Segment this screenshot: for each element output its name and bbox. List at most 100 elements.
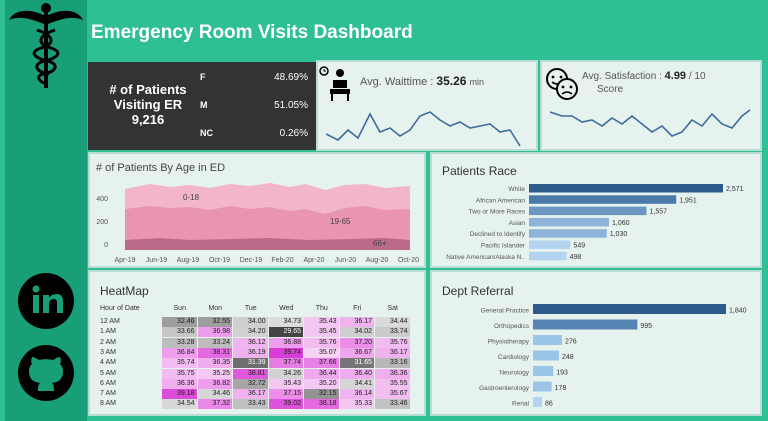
bar-category-label: Orthopedics <box>494 323 530 330</box>
heatmap-cell: 35.76 <box>304 337 339 348</box>
heatmap-cell: 33.46 <box>375 399 410 410</box>
heatmap-cell: 37.15 <box>268 389 303 400</box>
caduceus-icon <box>9 3 83 88</box>
bar-category-label: Neurology <box>499 370 529 377</box>
heatmap-cell: 31.39 <box>233 358 268 369</box>
heatmap-hour-label: 4 AM <box>100 359 116 367</box>
bar-category-label: General Practice <box>481 308 530 315</box>
age-y-tick: 400 <box>96 196 108 203</box>
linkedin-link[interactable] <box>18 273 74 329</box>
gender-label: F <box>200 72 206 82</box>
heatmap-cell: 36.88 <box>268 337 303 348</box>
heatmap-cell: 36.17 <box>339 317 374 327</box>
heatmap-cell: 36.40 <box>339 368 374 379</box>
satisfaction-card: Avg. Satisfaction : 4.99 / 10 Score <box>540 60 762 151</box>
heatmap-hour-label: 2 AM <box>100 338 116 346</box>
age-area-chart: 0-18 19-65 66+ 400 200 0 Apr-19 Jun-19 Aug-1… <box>96 183 419 264</box>
wait-time-card: Avg. Waittime : 35.26 min <box>316 60 538 151</box>
heatmap-cell: 35.55 <box>375 378 410 389</box>
heatmap-cell: 36.17 <box>233 389 268 400</box>
satisfaction-sparkline <box>550 109 751 137</box>
heatmap-cell: 36.36 <box>162 378 197 389</box>
heatmap-cell: 39.02 <box>268 399 303 410</box>
github-link[interactable] <box>18 345 74 401</box>
heatmap-cell: 35.20 <box>304 378 339 389</box>
bar-category-label: Pacific Islander <box>481 243 526 250</box>
heatmap-hour-label: 3 AM <box>100 348 116 356</box>
age-x-tick: Dec-19 <box>240 257 263 264</box>
heatmap-hour-label: 6 AM <box>100 379 116 387</box>
bar <box>529 217 609 227</box>
heatmap-cell: 34.00 <box>233 317 268 327</box>
heatmap-day-header: Sun <box>173 305 186 312</box>
heatmap-day-header: Fri <box>353 305 362 312</box>
age-band-label-0-18: 0-18 <box>183 193 200 202</box>
heatmap-cell: 35.43 <box>304 317 339 327</box>
wait-sparkline <box>326 111 521 147</box>
bar-value-label: 248 <box>562 354 574 361</box>
heatmap-cell: 35.74 <box>162 358 197 369</box>
bar-category-label: Native American/Alaska N.. <box>446 254 525 261</box>
heatmap-cell: 35.33 <box>339 399 374 410</box>
age-x-tick: Apr-19 <box>114 257 135 264</box>
bar-value-label: 1,951 <box>679 197 697 204</box>
bar-category-label: Asian <box>509 220 526 227</box>
heatmap-cell: 35.45 <box>304 327 339 338</box>
heatmap-cell: 36.84 <box>162 347 197 358</box>
heatmap-cell: 35.76 <box>375 337 410 348</box>
heatmap-cell: 34.46 <box>197 389 232 400</box>
heatmap-cell: 37.32 <box>197 399 232 410</box>
heatmap-day-header: Thu <box>315 305 328 312</box>
heatmap-day-header: Tue <box>244 305 257 312</box>
heatmap-cell: 35.75 <box>162 368 197 379</box>
sidebar <box>5 0 87 421</box>
bar-value-label: 86 <box>545 401 553 408</box>
bar <box>529 229 607 238</box>
heatmap-cell: 35.25 <box>197 368 232 379</box>
dept-panel: Dept Referral General Practice 1,840 Ortho… <box>430 270 762 416</box>
dept-bar-chart: General Practice 1,840 Orthopedics 995 Physi… <box>479 304 747 408</box>
heatmap-cell: 39.18 <box>162 389 197 400</box>
heatmap-hour-label: 8 AM <box>100 400 116 408</box>
heatmap-panel: HeatMap Hour of Date Sun Mon Tue Wed Thu Fri S… <box>88 270 426 416</box>
patients-count: 9,216 <box>131 112 165 127</box>
heatmap-cell: 33.16 <box>375 358 410 369</box>
heatmap-day-header: Mon <box>208 305 223 312</box>
race-bar-chart: White 2,571 African American 1,951 Two or Mo… <box>446 184 744 261</box>
bar-category-label: African American <box>476 197 526 204</box>
heatmap-cell: 36.19 <box>233 347 268 358</box>
bar <box>533 304 726 314</box>
race-panel: Patients Race White 2,571 African American… <box>430 152 762 268</box>
heatmap-day-header: Sat <box>387 305 398 312</box>
bar-value-label: 995 <box>640 323 652 330</box>
heatmap-cell: 37.20 <box>339 337 374 348</box>
happy-sad-faces-icon <box>546 68 578 100</box>
bar <box>529 240 571 249</box>
heatmap-cell: 35.67 <box>375 389 410 400</box>
heatmap-cell: 36.67 <box>339 347 374 358</box>
bar <box>533 381 552 392</box>
bar-category-label: Declined to Identify <box>470 231 526 238</box>
heatmap-hour-label: 1 AM <box>100 328 116 336</box>
bar <box>529 184 723 193</box>
bar <box>529 206 647 216</box>
heatmap-cell: 37.74 <box>268 358 303 369</box>
heatmap-cell: 32.15 <box>304 389 339 400</box>
heatmap-cell: 34.26 <box>268 368 303 379</box>
age-x-tick: Aug-20 <box>366 257 389 264</box>
heatmap-cell: 38.31 <box>197 347 232 358</box>
satisfaction-label: Avg. Satisfaction : <box>582 71 662 82</box>
bar <box>533 366 554 376</box>
satisfaction-value: 4.99 <box>664 70 687 82</box>
bar-value-label: 1,557 <box>649 209 667 216</box>
bar <box>533 350 560 361</box>
heatmap-cell: 33.74 <box>375 327 410 338</box>
heatmap-cell: 34.20 <box>233 327 268 338</box>
bar-value-label: 193 <box>556 370 568 377</box>
heatmap-cell: 32.46 <box>162 317 197 327</box>
heatmap-cell: 33.66 <box>162 327 197 338</box>
bar <box>533 335 562 345</box>
bar-value-label: 549 <box>573 243 585 250</box>
bar-category-label: Cardiology <box>498 354 530 361</box>
heatmap-cell: 33.43 <box>233 399 268 410</box>
